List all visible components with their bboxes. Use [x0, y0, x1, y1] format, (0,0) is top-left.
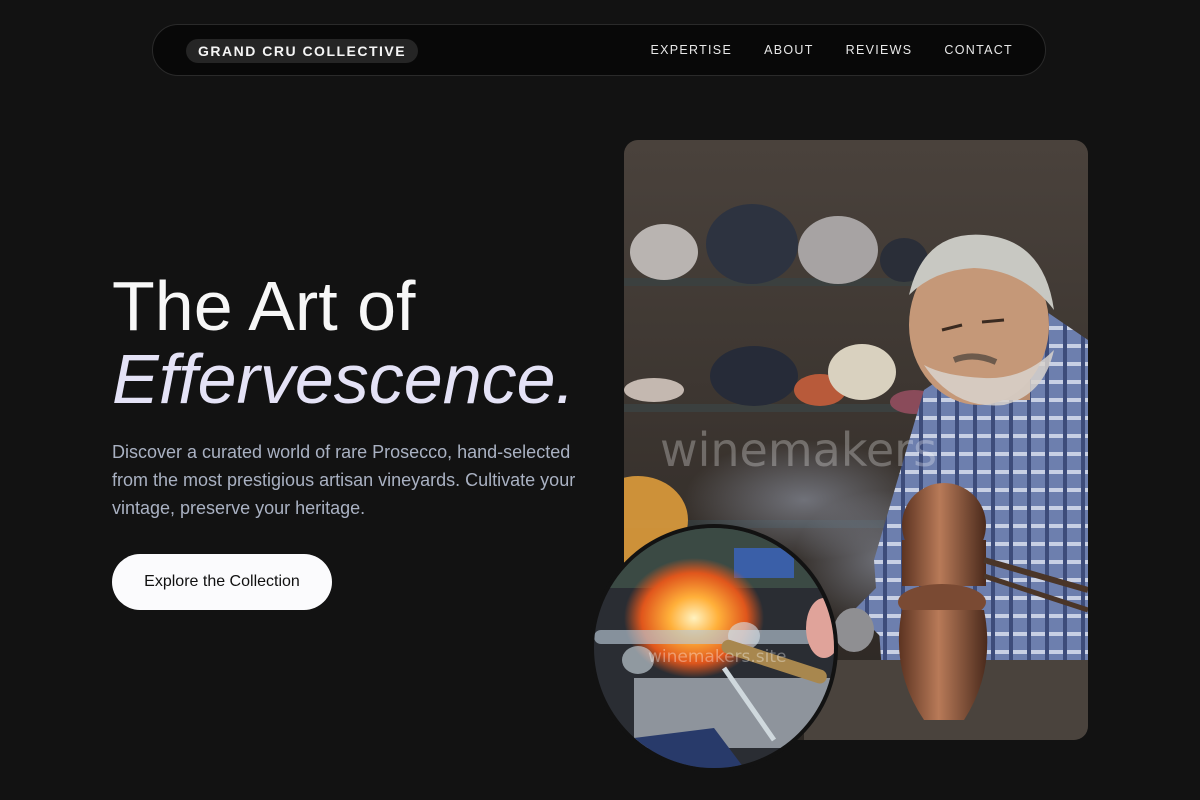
- nav-link-about[interactable]: ABOUT: [764, 43, 814, 57]
- brand-logo[interactable]: GRAND CRU COLLECTIVE: [186, 39, 419, 63]
- circle-photo-frame: winemakers.site: [590, 524, 838, 772]
- hero-title: The Art of Effervescence.: [112, 270, 575, 416]
- top-navigation: GRAND CRU COLLECTIVE EXPERTISE ABOUT REV…: [152, 24, 1046, 76]
- hero-subtitle: Discover a curated world of rare Prosecc…: [112, 442, 576, 518]
- nav-link-reviews[interactable]: REVIEWS: [846, 43, 913, 57]
- hero-title-line1: The Art of: [112, 267, 416, 345]
- explore-collection-button[interactable]: Explore the Collection: [112, 554, 332, 610]
- nav-link-contact[interactable]: CONTACT: [944, 43, 1013, 57]
- main-photo-watermark: winemakers: [660, 423, 937, 477]
- nav-links: EXPERTISE ABOUT REVIEWS CONTACT: [650, 25, 1045, 75]
- hero-title-line2: Effervescence.: [112, 340, 575, 418]
- nav-link-expertise[interactable]: EXPERTISE: [650, 43, 732, 57]
- glassblowing-photo: winemakers.site: [594, 528, 834, 768]
- circle-photo-watermark: winemakers.site: [648, 647, 787, 667]
